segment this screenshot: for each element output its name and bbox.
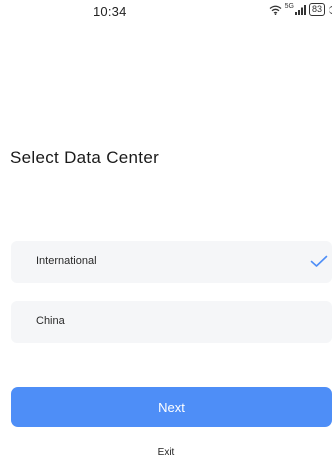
- battery-icon: 83: [308, 3, 325, 16]
- exit-link[interactable]: Exit: [0, 447, 332, 458]
- wifi-icon: [269, 5, 282, 15]
- signal-icon: [294, 4, 306, 15]
- status-bar: 10:34 5G 83: [0, 0, 332, 24]
- status-time: 10:34: [93, 4, 127, 19]
- network-type-label: 5G: [284, 3, 294, 10]
- option-international[interactable]: International: [11, 241, 332, 283]
- check-icon: [310, 255, 328, 273]
- option-label: International: [36, 255, 97, 267]
- next-button[interactable]: Next: [11, 387, 332, 427]
- page-title: Select Data Center: [10, 148, 160, 167]
- battery-level: 83: [311, 4, 322, 14]
- option-label: China: [36, 315, 65, 327]
- option-china[interactable]: China: [11, 301, 332, 343]
- status-icons: 5G 83: [269, 3, 332, 16]
